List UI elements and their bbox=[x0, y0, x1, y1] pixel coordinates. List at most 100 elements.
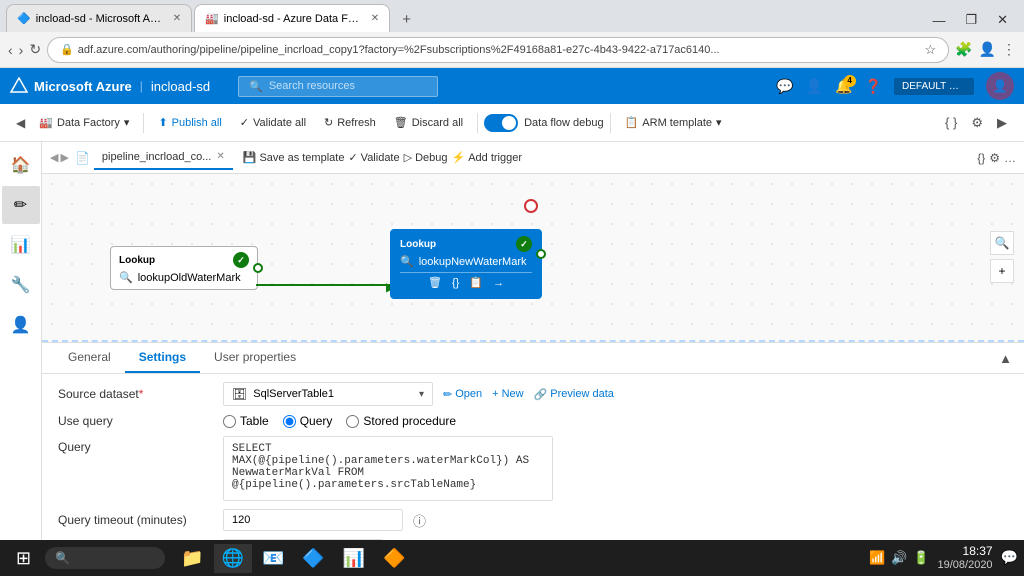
settings-view-button[interactable]: ⚙ bbox=[966, 112, 988, 134]
open-icon: ✏ bbox=[443, 388, 452, 401]
tab-general[interactable]: General bbox=[54, 343, 125, 373]
tab-settings[interactable]: Settings bbox=[125, 343, 200, 373]
node-code-button[interactable]: {} bbox=[452, 276, 459, 289]
preview-data-link[interactable]: 🔗 Preview data bbox=[534, 388, 614, 401]
taskbar-edge[interactable]: 🔷 bbox=[294, 544, 332, 573]
start-button[interactable]: ⊞ bbox=[6, 544, 41, 573]
back-button[interactable]: ‹ bbox=[8, 42, 13, 58]
node-old-port bbox=[253, 263, 263, 273]
menu-icon[interactable]: ⋮ bbox=[1002, 41, 1016, 58]
taskbar-chrome[interactable]: 🌐 bbox=[214, 544, 252, 573]
reload-button[interactable]: ↻ bbox=[29, 41, 41, 58]
next-pipeline-button[interactable]: ▶ bbox=[60, 151, 68, 164]
source-dataset-row: Source dataset* 🗄 SqlServerTable1 ▾ ✏ Op… bbox=[58, 382, 1008, 406]
publish-all-button[interactable]: ⬆ Publish all bbox=[150, 112, 229, 133]
tab2-title: incload-sd - Azure Data Facto... bbox=[224, 13, 364, 25]
arm-template-button[interactable]: 📋 ARM template ▾ bbox=[617, 112, 730, 133]
validate-all-button[interactable]: ✓ Validate all bbox=[232, 112, 314, 133]
validate-pipeline-button[interactable]: ✓ Validate bbox=[348, 151, 399, 164]
code-btn[interactable]: {} bbox=[977, 151, 985, 165]
left-nav-arrow[interactable]: ◀ bbox=[12, 113, 29, 133]
prev-pipeline-button[interactable]: ◀ bbox=[50, 151, 58, 164]
taskbar-explorer[interactable]: 📁 bbox=[173, 544, 211, 573]
user-section[interactable]: DEFAULT DIRECTORY bbox=[894, 78, 974, 95]
notifications-icon[interactable]: 🔔 4 bbox=[835, 78, 852, 95]
add-trigger-button[interactable]: ⚡ Add trigger bbox=[452, 151, 523, 164]
tab-user-properties[interactable]: User properties bbox=[200, 343, 310, 373]
star-icon[interactable]: ☆ bbox=[924, 42, 936, 58]
timeout-info-icon[interactable]: ⓘ bbox=[413, 511, 426, 530]
pencil-nav-button[interactable]: ✏ bbox=[2, 186, 40, 224]
monitor-nav-button[interactable]: 📊 bbox=[2, 226, 40, 264]
save-template-button[interactable]: 💾 Save as template bbox=[243, 151, 345, 164]
address-bar[interactable]: 🔒 adf.azure.com/authoring/pipeline/pipel… bbox=[47, 37, 949, 63]
new-tab-button[interactable]: + bbox=[392, 7, 421, 32]
lookup-old-node[interactable]: Lookup ✓ 🔍 lookupOldWaterMark bbox=[110, 246, 258, 290]
radio-query[interactable]: Query bbox=[283, 414, 333, 428]
data-factory-button[interactable]: 🏭 Data Factory ▾ bbox=[31, 112, 137, 133]
home-nav-button[interactable]: 🏠 bbox=[2, 146, 40, 184]
debug-button[interactable]: ▷ Debug bbox=[404, 151, 448, 164]
forward-button[interactable]: › bbox=[19, 42, 24, 58]
discard-all-button[interactable]: 🗑 Discard all bbox=[386, 112, 471, 133]
timeout-row: Query timeout (minutes) ⓘ bbox=[58, 509, 1008, 531]
user-avatar[interactable]: 👤 bbox=[986, 72, 1014, 100]
panel-collapse-button[interactable]: ▲ bbox=[999, 351, 1012, 366]
taskbar-mail[interactable]: 📧 bbox=[254, 544, 292, 573]
radio-stored-procedure[interactable]: Stored procedure bbox=[346, 414, 456, 428]
browser-tab-active[interactable]: 🏭 incload-sd - Azure Data Facto... ✕ bbox=[194, 4, 390, 32]
taskbar-search[interactable]: 🔍 bbox=[45, 547, 165, 569]
timeout-input[interactable] bbox=[223, 509, 403, 531]
canvas-fit-button[interactable]: + bbox=[990, 259, 1014, 283]
extensions-icon[interactable]: 🧩 bbox=[955, 41, 972, 58]
lookup-new-node[interactable]: Lookup ✓ 🔍 lookupNewWaterMark 🗑 {} 📋 → bbox=[390, 229, 542, 299]
clock[interactable]: 18:37 19/08/2020 bbox=[938, 544, 993, 572]
pipeline-tab-close[interactable]: ✕ bbox=[216, 151, 224, 162]
toggle-switch[interactable] bbox=[484, 114, 518, 132]
data-flow-toggle[interactable]: Data flow debug bbox=[484, 114, 604, 132]
tab1-title: incload-sd - Microsoft Azure bbox=[36, 13, 166, 25]
tools-nav-button[interactable]: 🔧 bbox=[2, 266, 40, 304]
more-btn[interactable]: … bbox=[1004, 151, 1016, 165]
taskbar-app5[interactable]: 📊 bbox=[335, 544, 373, 573]
pipeline-tab[interactable]: pipeline_incrload_co... ✕ bbox=[94, 146, 233, 170]
query-row: Query bbox=[58, 436, 1008, 501]
radio-query-input[interactable] bbox=[283, 415, 296, 428]
help-icon[interactable]: ❓ bbox=[865, 78, 882, 95]
directory-icon[interactable]: 👤 bbox=[806, 78, 823, 95]
refresh-button[interactable]: ↻ Refresh bbox=[316, 112, 384, 133]
network-icon[interactable]: 📶 bbox=[869, 550, 885, 566]
new-link[interactable]: + New bbox=[492, 388, 523, 400]
sound-icon[interactable]: 🔊 bbox=[891, 550, 907, 566]
close-button[interactable]: ✕ bbox=[987, 10, 1018, 30]
azure-search[interactable]: 🔍 Search resources bbox=[238, 76, 438, 97]
code-view-button[interactable]: { } bbox=[940, 112, 962, 134]
dataset-select[interactable]: 🗄 SqlServerTable1 ▾ bbox=[223, 382, 433, 406]
taskbar-app6[interactable]: 🔶 bbox=[375, 544, 413, 573]
minimize-button[interactable]: — bbox=[922, 11, 955, 30]
browser-tab-inactive[interactable]: 🔷 incload-sd - Microsoft Azure ✕ bbox=[6, 4, 192, 32]
radio-table-input[interactable] bbox=[223, 415, 236, 428]
radio-stored-procedure-input[interactable] bbox=[346, 415, 359, 428]
tab1-close[interactable]: ✕ bbox=[173, 13, 181, 24]
node-connect-button[interactable]: → bbox=[493, 276, 504, 289]
notification-center[interactable]: 💬 bbox=[1001, 549, 1018, 566]
user-nav-button[interactable]: 👤 bbox=[2, 306, 40, 344]
lookup-old-icon: 🔍 bbox=[119, 271, 133, 284]
query-label: Query bbox=[58, 436, 213, 454]
node-copy-button[interactable]: 📋 bbox=[469, 276, 483, 289]
right-nav-arrow[interactable]: ▶ bbox=[992, 112, 1012, 134]
filter-btn[interactable]: ⚙ bbox=[989, 151, 1000, 165]
radio-table[interactable]: Table bbox=[223, 414, 269, 428]
maximize-button[interactable]: ❐ bbox=[955, 10, 987, 30]
tab2-close[interactable]: ✕ bbox=[371, 13, 379, 24]
refresh-icon: ↻ bbox=[324, 116, 333, 129]
open-link[interactable]: ✏ Open bbox=[443, 388, 482, 401]
profile-icon[interactable]: 👤 bbox=[979, 41, 996, 58]
canvas-search-button[interactable]: 🔍 bbox=[990, 231, 1014, 255]
query-input[interactable] bbox=[223, 436, 553, 501]
feedback-icon[interactable]: 💬 bbox=[776, 78, 793, 95]
pipeline-bar-right: {} ⚙ … bbox=[977, 151, 1016, 165]
node-delete-button[interactable]: 🗑 bbox=[428, 276, 442, 289]
battery-icon[interactable]: 🔋 bbox=[913, 550, 929, 566]
